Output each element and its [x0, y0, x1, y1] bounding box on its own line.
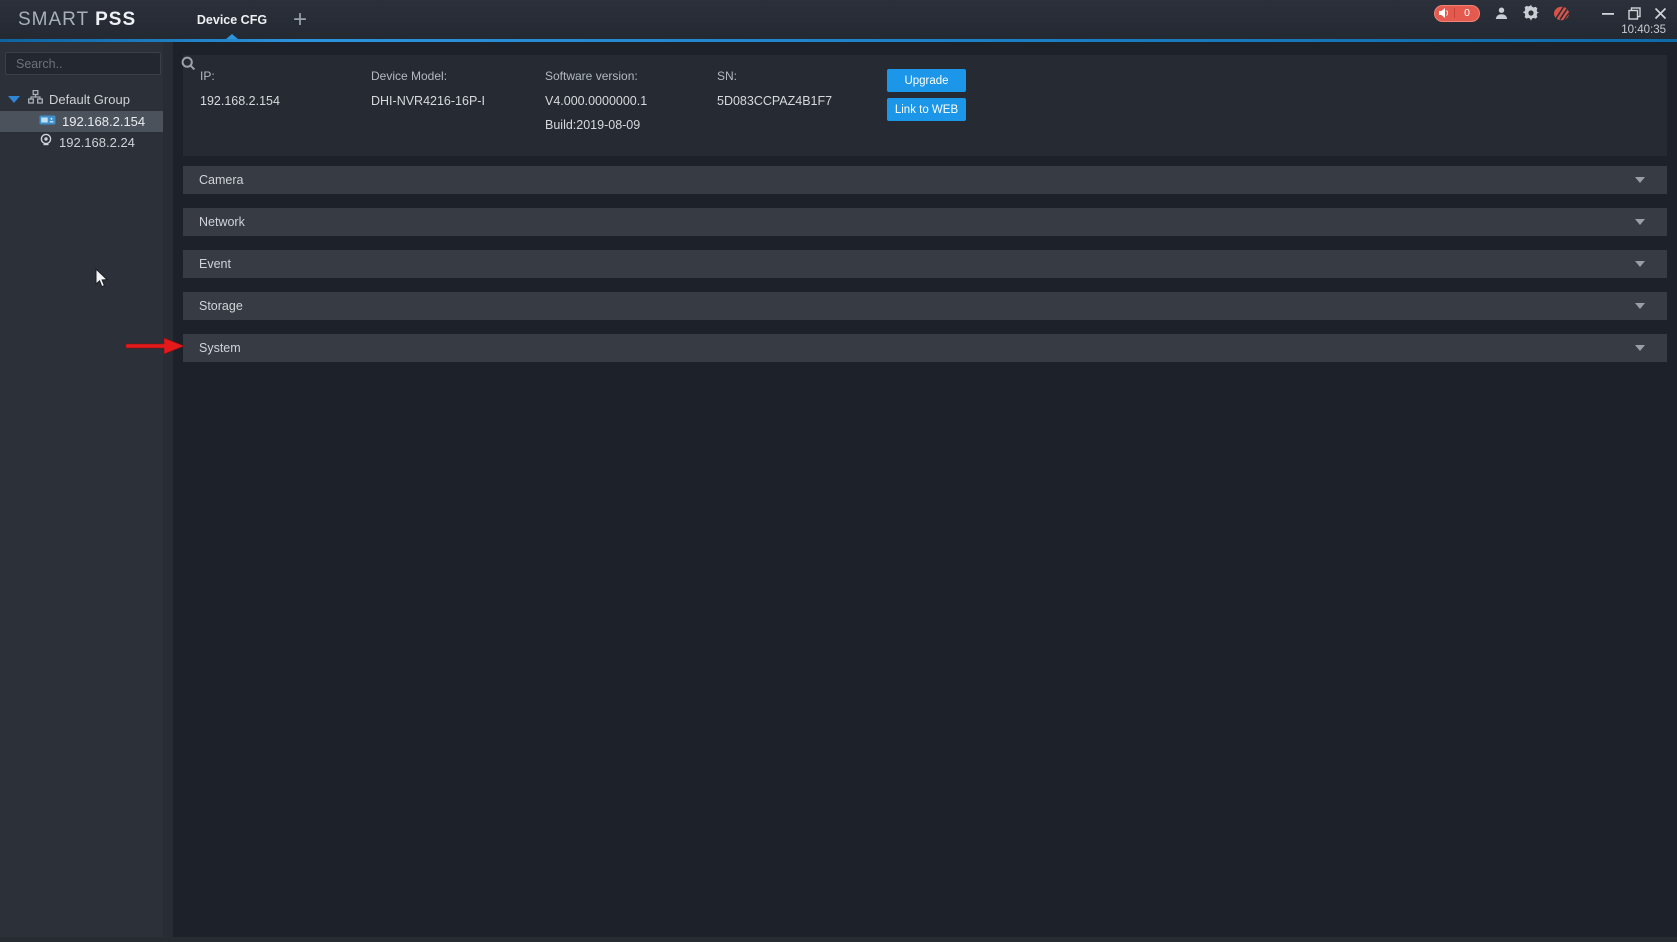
- expand-caret-icon[interactable]: [8, 95, 20, 103]
- device-cfg-main: IP: 192.168.2.154 Device Model: DHI-NVR4…: [173, 42, 1677, 942]
- info-value-software-version: V4.000.0000000.1: [545, 94, 648, 108]
- alarm-indicator[interactable]: 0: [1434, 4, 1480, 22]
- info-value-sn: 5D083CCPAZ4B1F7: [717, 94, 833, 108]
- close-button[interactable]: [1654, 7, 1667, 20]
- section-event-label: Event: [199, 257, 231, 271]
- info-value-device-model: DHI-NVR4216-16P-I: [371, 94, 485, 108]
- window-bottom-edge: [0, 937, 1677, 942]
- upgrade-button[interactable]: Upgrade: [887, 69, 966, 92]
- chevron-down-icon[interactable]: [1635, 303, 1645, 309]
- config-sections: Camera Network Event Storage System: [183, 166, 1667, 362]
- restore-button[interactable]: [1628, 6, 1641, 20]
- tree-group-default-group[interactable]: Default Group: [0, 87, 173, 111]
- link-to-web-button[interactable]: Link to WEB: [887, 98, 966, 121]
- tree-device-192-168-2-24[interactable]: 192.168.2.24: [0, 132, 163, 153]
- device-tree: Default Group 192.168.2.154 192.168.2.24: [0, 87, 173, 153]
- smartpss-window: SMART PSS Device CFG + 0 10:40:35 Search…: [0, 0, 1677, 942]
- app-logo: SMART PSS: [18, 9, 136, 31]
- user-icon[interactable]: [1494, 6, 1509, 21]
- topbar-accent-line: [0, 39, 1677, 42]
- nvr-device-icon: [39, 113, 56, 131]
- brand-pss: PSS: [95, 9, 137, 30]
- section-storage[interactable]: Storage: [183, 292, 1667, 320]
- info-value-build: Build:2019-08-09: [545, 118, 641, 132]
- brand-smart: SMART: [18, 9, 89, 30]
- tab-device-cfg-label: Device CFG: [196, 12, 268, 27]
- active-tab-notch: [226, 34, 238, 39]
- group-icon: [28, 89, 43, 109]
- section-network-label: Network: [199, 215, 245, 229]
- section-camera-label: Camera: [199, 173, 244, 187]
- device-tree-sidebar: Default Group 192.168.2.154 192.168.2.24: [0, 42, 196, 942]
- search-icon[interactable]: [181, 56, 196, 71]
- titlebar-controls: 0: [1434, 3, 1667, 23]
- minimize-button[interactable]: [1601, 7, 1615, 19]
- speaker-icon: [1435, 8, 1455, 18]
- device-label: 192.168.2.24: [59, 135, 135, 150]
- title-bar: SMART PSS Device CFG + 0 10:40:35: [0, 0, 1677, 42]
- performance-gauge-icon[interactable]: [1553, 6, 1570, 21]
- info-label-device-model: Device Model:: [371, 69, 448, 83]
- group-label: Default Group: [49, 91, 130, 107]
- alarm-count: 0: [1464, 6, 1470, 19]
- section-camera[interactable]: Camera: [183, 166, 1667, 194]
- settings-gear-icon[interactable]: [1523, 5, 1539, 21]
- chevron-down-icon[interactable]: [1635, 177, 1645, 183]
- mouse-cursor-icon: [95, 267, 109, 294]
- chevron-down-icon[interactable]: [1635, 261, 1645, 267]
- device-info-panel: IP: 192.168.2.154 Device Model: DHI-NVR4…: [183, 55, 1667, 156]
- section-system-label: System: [199, 341, 241, 355]
- search-box[interactable]: [5, 52, 196, 75]
- section-event[interactable]: Event: [183, 250, 1667, 278]
- tree-device-192-168-2-154[interactable]: 192.168.2.154: [0, 111, 163, 132]
- chevron-down-icon[interactable]: [1635, 219, 1645, 225]
- add-tab-button[interactable]: +: [286, 6, 314, 34]
- section-storage-label: Storage: [199, 299, 243, 313]
- section-system[interactable]: System: [183, 334, 1667, 362]
- chevron-down-icon[interactable]: [1635, 345, 1645, 351]
- device-label: 192.168.2.154: [62, 114, 146, 129]
- search-input[interactable]: [6, 56, 181, 71]
- section-network[interactable]: Network: [183, 208, 1667, 236]
- info-label-software-version: Software version:: [545, 69, 638, 83]
- sidebar-scrollbar[interactable]: [163, 42, 173, 942]
- info-label-sn: SN:: [717, 69, 738, 83]
- camera-device-icon: [39, 133, 53, 152]
- info-value-ip: 192.168.2.154: [200, 94, 280, 108]
- info-label-ip: IP:: [200, 69, 215, 83]
- clock: 10:40:35: [1621, 24, 1666, 36]
- annotation-arrow-system: [124, 336, 186, 361]
